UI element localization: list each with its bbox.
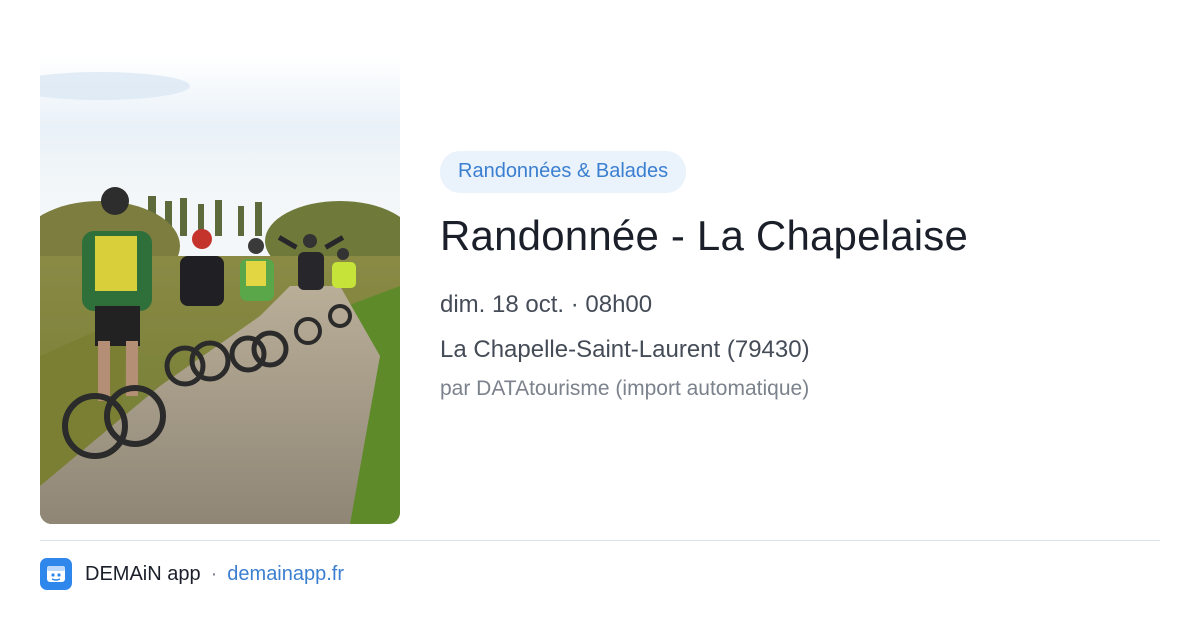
app-name: DEMAiN app [85,562,201,585]
event-location: La Chapelle-Saint-Laurent (79430) [440,336,810,363]
demain-app-icon [40,558,72,590]
app-url-link[interactable]: demainapp.fr [227,563,344,586]
footer: DEMAiN app · demainapp.fr [40,558,344,590]
event-title: Randonnée - La Chapelaise [440,212,969,259]
cyclists-photo [40,56,400,524]
event-date: dim. 18 oct. · 08h00 [440,291,653,318]
event-card: Randonnées & Balades Randonnée - La Chap… [0,0,1200,630]
event-source: par DATAtourisme (import automatique) [440,377,810,400]
event-details: Randonnées & Balades Randonnée - La Chap… [440,151,1160,401]
divider [40,540,1160,541]
event-photo [40,56,400,524]
footer-separator: · [210,562,218,585]
category-badge[interactable]: Randonnées & Balades [440,151,687,193]
